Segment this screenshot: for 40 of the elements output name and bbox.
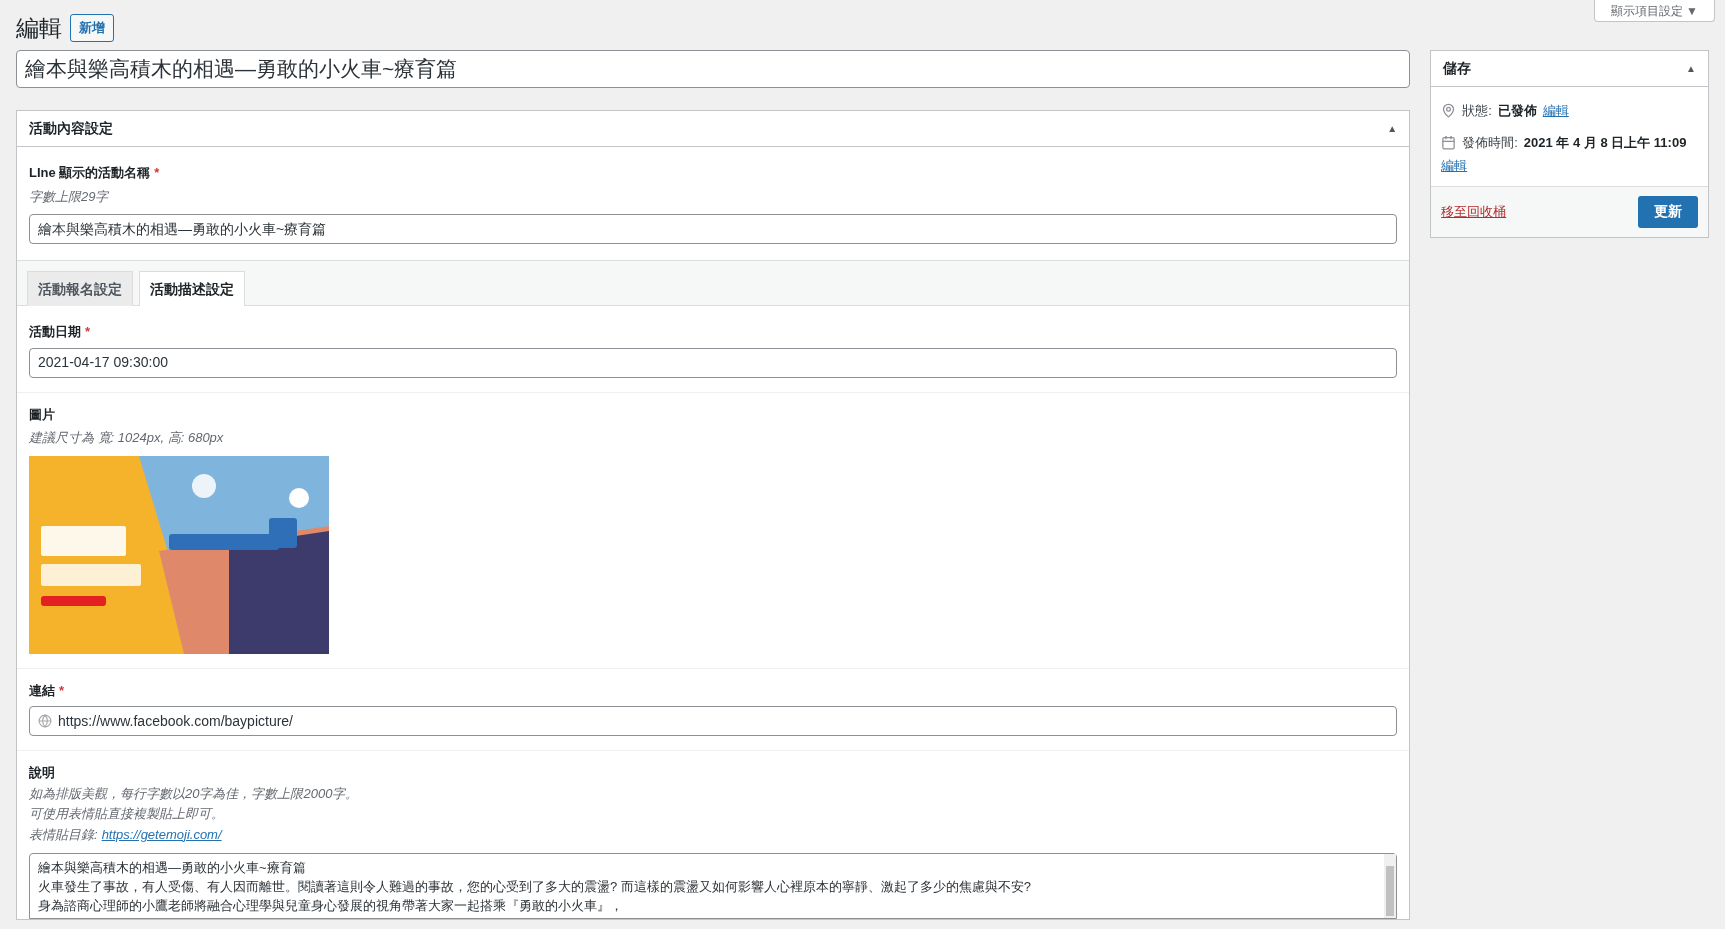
post-title-field[interactable]: 繪本與樂高積木的相遇—勇敢的小火車~療育篇 bbox=[16, 50, 1411, 88]
status-value: 已發佈 bbox=[1497, 102, 1537, 120]
collapse-toggle[interactable]: ▲ bbox=[1387, 121, 1398, 136]
calendar-icon bbox=[1441, 134, 1457, 150]
screen-options-button[interactable]: 顯示項目設定 ▼ bbox=[1593, 0, 1715, 22]
pin-icon bbox=[1441, 103, 1457, 119]
publish-time-label: 發佈時間: bbox=[1462, 133, 1518, 152]
tab[interactable]: 活動描述設定 bbox=[139, 271, 245, 306]
field-hint: 表情貼目錄: bbox=[29, 825, 98, 844]
panel-title: 活動內容設定 bbox=[29, 119, 113, 138]
publish-time-value: 2021 年 4 月 8 日上午 11:09 bbox=[1523, 133, 1687, 152]
required-mark: * bbox=[85, 323, 91, 341]
date-field[interactable]: 2021-04-17 09:30:00 bbox=[29, 347, 1398, 378]
update-button[interactable]: 更新 bbox=[1638, 195, 1698, 228]
field-label: 連結 bbox=[29, 681, 55, 700]
field-label: 活動日期 bbox=[29, 323, 81, 341]
add-new-button[interactable]: 新增 bbox=[70, 14, 114, 42]
field-hint: 建議尺寸為 寬: 1024px, 高: 680px bbox=[29, 429, 225, 447]
globe-icon bbox=[38, 714, 52, 728]
link-field[interactable]: https://www.facebook.com/baypicture/ bbox=[29, 706, 1398, 736]
trash-link[interactable]: 移至回收桶 bbox=[1441, 201, 1507, 222]
field-hint: 字數上限29字 bbox=[29, 187, 110, 206]
panel-title: 儲存 bbox=[1443, 59, 1472, 78]
field-hint: 如為排版美觀，每行字數以20字為佳，字數上限2000字。 bbox=[29, 784, 360, 803]
collapse-toggle[interactable]: ▲ bbox=[1686, 61, 1696, 76]
required-mark: * bbox=[59, 681, 65, 700]
field-label: 圖片 bbox=[29, 405, 55, 424]
edit-time-link[interactable]: 編輯 bbox=[1441, 156, 1698, 176]
edit-status-link[interactable]: 編輯 bbox=[1542, 101, 1569, 121]
tab[interactable]: 活動報名設定 bbox=[27, 271, 133, 306]
emoji-link[interactable]: https://getemoji.com/ bbox=[101, 824, 222, 844]
line-name-field[interactable]: 繪本與樂高積木的相遇—勇敢的小火車~療育篇 bbox=[29, 214, 1398, 244]
field-label: LIne 顯示的活動名稱 bbox=[29, 164, 151, 182]
panel-header[interactable]: 儲存 ▲ bbox=[1431, 51, 1708, 87]
field-label: 說明 bbox=[29, 764, 55, 782]
page-title: 編輯 bbox=[16, 13, 62, 43]
field-hint: 可使用表情貼直接複製貼上即可。 bbox=[29, 805, 225, 823]
required-mark: * bbox=[154, 164, 160, 182]
panel-header[interactable]: 活動內容設定 ▲ bbox=[17, 111, 1410, 147]
status-label: 狀態: bbox=[1462, 102, 1492, 120]
